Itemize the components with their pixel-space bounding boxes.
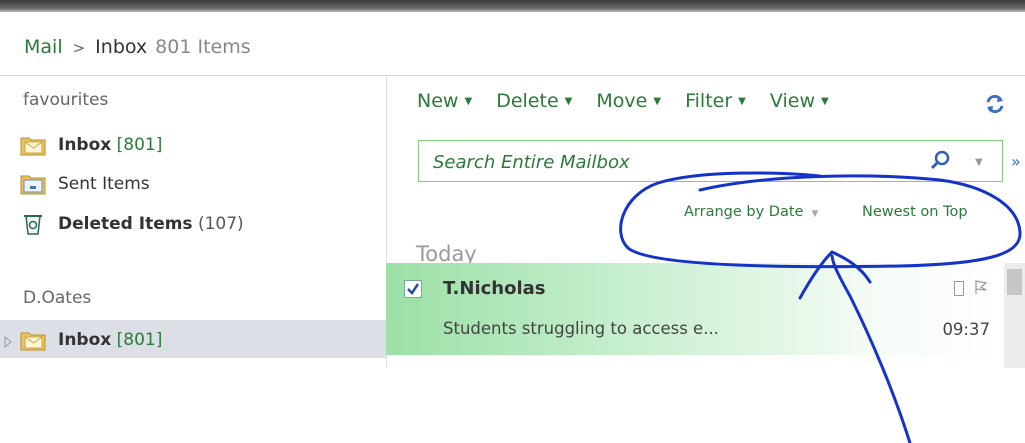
breadcrumb-item-count: 801 Items [155,36,251,58]
toolbar: New ▼ Delete ▼ Move ▼ Filter ▼ View ▼ [417,90,847,120]
new-button-label: New [417,90,459,112]
message-checkbox[interactable] [404,280,422,298]
nav-label-inbox-mailbox: Inbox [58,330,112,350]
header-divider [0,75,1025,76]
message-preview: Students struggling to access e... [443,319,719,338]
delete-button[interactable]: Delete ▼ [496,90,572,112]
message-list-scrollbar[interactable] [1004,263,1025,368]
inbox-folder-icon [20,329,46,351]
search-options-caret-icon[interactable]: ▼ [975,157,983,168]
view-button-label: View [769,90,815,112]
inbox-folder-icon [20,134,46,156]
move-button-label: Move [596,90,648,112]
nav-item-inbox-mailbox[interactable]: Inbox [801] [20,327,162,353]
nav-section-favourites: favourites [23,90,109,110]
new-button[interactable]: New ▼ [417,90,472,112]
chevron-down-icon: ▼ [464,96,473,107]
deleted-items-icon [20,213,46,235]
nav-label-inbox: Inbox [58,135,112,155]
nav-label-sent-items: Sent Items [58,174,150,194]
breadcrumb: Mail > Inbox 801 Items [24,34,251,60]
nav-section-mailbox: D.Oates [23,288,92,308]
sent-items-icon [20,173,46,195]
chevron-down-icon: ▼ [811,209,819,219]
flag-icon[interactable] [974,279,988,295]
breadcrumb-separator: > [72,39,86,57]
expand-arrow-icon[interactable] [3,333,13,349]
scrollbar-thumb[interactable] [1007,269,1022,295]
nav-item-sent-items[interactable]: Sent Items [20,171,150,197]
move-button[interactable]: Move ▼ [596,90,661,112]
nav-count-inbox: [801] [116,135,163,155]
view-button[interactable]: View ▼ [770,90,829,112]
breadcrumb-current: Inbox [95,36,148,58]
filter-button[interactable]: Filter ▼ [685,90,746,112]
nav-item-deleted-items[interactable]: Deleted Items (107) [20,211,244,237]
double-chevron-down-icon[interactable]: » [1011,152,1021,171]
search-icon[interactable] [929,150,951,172]
nav-count-inbox-mailbox: [801] [116,330,163,350]
refresh-icon[interactable] [984,93,1006,115]
attachment-placeholder-icon [954,281,964,296]
sort-order-toggle[interactable]: Newest on Top [862,204,968,220]
chevron-down-icon: ▼ [653,96,662,107]
search-box: ▼ [418,140,1003,182]
arrange-by-dropdown[interactable]: Arrange by Date ▼ [684,204,818,220]
message-sender: T.Nicholas [443,278,546,299]
chevron-down-icon: ▼ [564,96,573,107]
filter-button-label: Filter [685,90,733,112]
chevron-down-icon: ▼ [821,96,829,107]
nav-label-deleted-items: Deleted Items [58,214,193,234]
delete-button-label: Delete [496,90,559,112]
breadcrumb-mail-link[interactable]: Mail [24,36,63,58]
nav-item-inbox-favourite[interactable]: Inbox [801] [20,132,162,158]
arrange-by-label: Arrange by Date [684,204,804,220]
search-input[interactable] [431,148,905,176]
message-row[interactable]: T.Nicholas Students struggling to access… [386,263,1004,355]
chevron-down-icon: ▼ [738,96,746,107]
nav-count-deleted-items: (107) [197,214,244,234]
message-time: 09:37 [942,320,990,339]
window-top-bar [0,0,1025,12]
